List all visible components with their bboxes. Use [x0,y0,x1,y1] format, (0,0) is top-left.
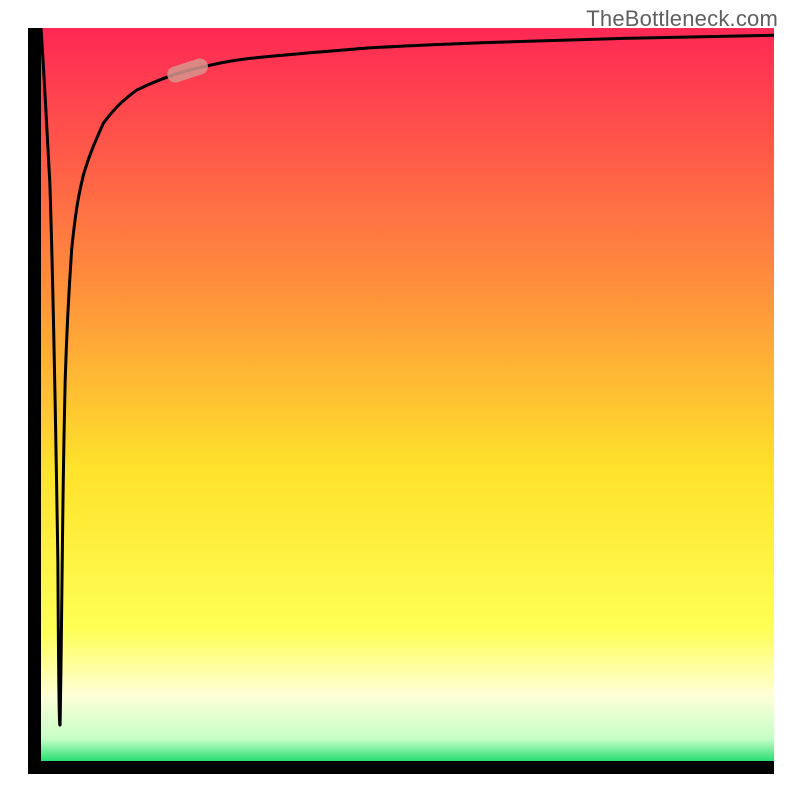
y-axis [28,28,41,774]
gradient-background [41,28,774,761]
bottleneck-chart [28,28,774,774]
x-axis [28,761,774,774]
chart-svg [28,28,774,774]
